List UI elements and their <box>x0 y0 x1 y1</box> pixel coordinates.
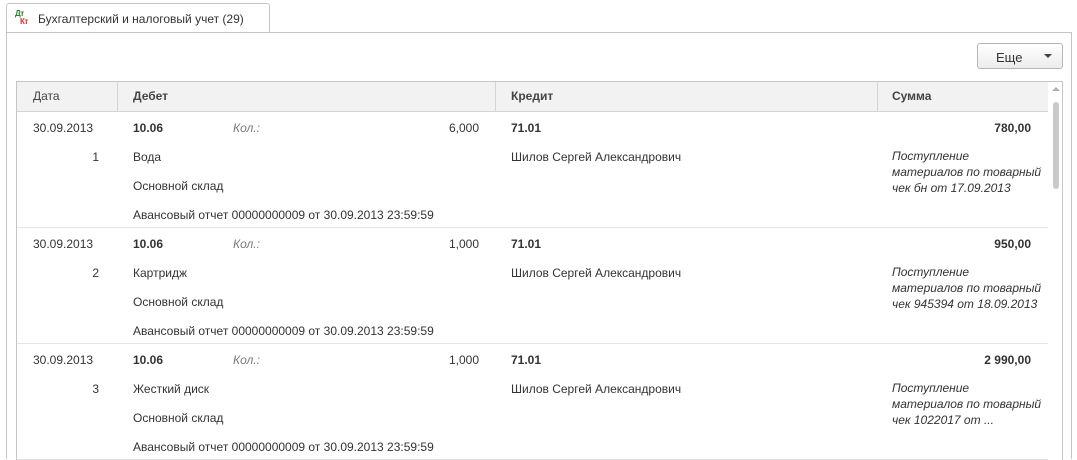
debit-subconto-2: Основной склад <box>133 179 224 193</box>
debit-subconto-2: Основной склад <box>133 411 224 425</box>
tab-bar: Дт Кт Бухгалтерский и налоговый учет (29… <box>0 0 1077 33</box>
quantity-label: Кол.: <box>233 121 260 135</box>
credit-account: 71.01 <box>511 121 542 135</box>
debit-subconto-1: Картридж <box>133 266 187 280</box>
debit-account: 10.06 <box>133 121 164 135</box>
row-date: 30.09.2013 <box>33 353 94 367</box>
quantity-value: 6,000 <box>448 121 479 135</box>
table-body: 30.09.2013 1 10.06 Кол.: 6,000 Вода Осно… <box>17 112 1048 460</box>
scroll-up-arrow-icon[interactable] <box>1052 87 1060 91</box>
tab-accounting[interactable]: Дт Кт Бухгалтерский и налоговый учет (29… <box>6 3 270 33</box>
entry-description: Поступление материалов по товарный чек б… <box>892 149 1042 195</box>
entry-description: Поступление материалов по товарный чек 1… <box>892 381 1042 427</box>
row-number: 2 <box>92 266 99 280</box>
debit-subconto-3: Авансовый отчет 00000000009 от 30.09.201… <box>133 440 434 454</box>
row-date: 30.09.2013 <box>33 237 94 251</box>
column-header-date[interactable]: Дата <box>33 82 60 111</box>
column-header-sum[interactable]: Сумма <box>877 82 1048 111</box>
credit-subconto-1: Шилов Сергей Александрович <box>511 382 682 396</box>
credit-subconto-1: Шилов Сергей Александрович <box>511 266 682 280</box>
tab-title: Бухгалтерский и налоговый учет (29) <box>38 12 244 26</box>
debit-subconto-1: Вода <box>133 150 162 164</box>
entries-table: Дата Дебет Кредит Сумма 30.09.2013 1 10.… <box>16 81 1063 460</box>
scroll-thumb[interactable] <box>1053 102 1059 189</box>
more-button[interactable]: Еще <box>977 43 1063 69</box>
row-date: 30.09.2013 <box>33 121 94 135</box>
debit-subconto-3: Авансовый отчет 00000000009 от 30.09.201… <box>133 208 434 222</box>
content-panel: Еще Дата Дебет Кредит Сумма 30.09.2013 1… <box>6 32 1072 460</box>
row-number: 1 <box>92 150 99 164</box>
debit-credit-icon: Дт Кт <box>15 9 28 26</box>
quantity-label: Кол.: <box>233 353 260 367</box>
debit-subconto-3: Авансовый отчет 00000000009 от 30.09.201… <box>133 324 434 338</box>
debit-subconto-1: Жесткий диск <box>133 382 210 396</box>
vertical-scrollbar[interactable] <box>1048 82 1062 460</box>
row-number: 3 <box>92 382 99 396</box>
table-row[interactable]: 30.09.2013 1 10.06 Кол.: 6,000 Вода Осно… <box>17 112 1048 228</box>
quantity-value: 1,000 <box>448 237 479 251</box>
credit-subconto-1: Шилов Сергей Александрович <box>511 150 682 164</box>
amount: 950,00 <box>994 237 1031 251</box>
column-header-credit[interactable]: Кредит <box>495 82 877 111</box>
amount: 2 990,00 <box>984 353 1031 367</box>
chevron-down-icon <box>1044 54 1052 58</box>
column-header-debit[interactable]: Дебет <box>117 82 495 111</box>
table-row[interactable]: 30.09.2013 3 10.06 Кол.: 1,000 Жесткий д… <box>17 344 1048 460</box>
quantity-label: Кол.: <box>233 237 260 251</box>
table-row[interactable]: 30.09.2013 2 10.06 Кол.: 1,000 Картридж … <box>17 228 1048 344</box>
credit-account: 71.01 <box>511 353 542 367</box>
more-button-label: Еще <box>996 50 1023 65</box>
debit-account: 10.06 <box>133 353 164 367</box>
entry-description: Поступление материалов по товарный чек 9… <box>892 265 1042 311</box>
credit-account: 71.01 <box>511 237 542 251</box>
debit-account: 10.06 <box>133 237 164 251</box>
quantity-value: 1,000 <box>448 353 479 367</box>
amount: 780,00 <box>994 121 1031 135</box>
table-header: Дата Дебет Кредит Сумма <box>17 82 1048 112</box>
debit-subconto-2: Основной склад <box>133 295 224 309</box>
